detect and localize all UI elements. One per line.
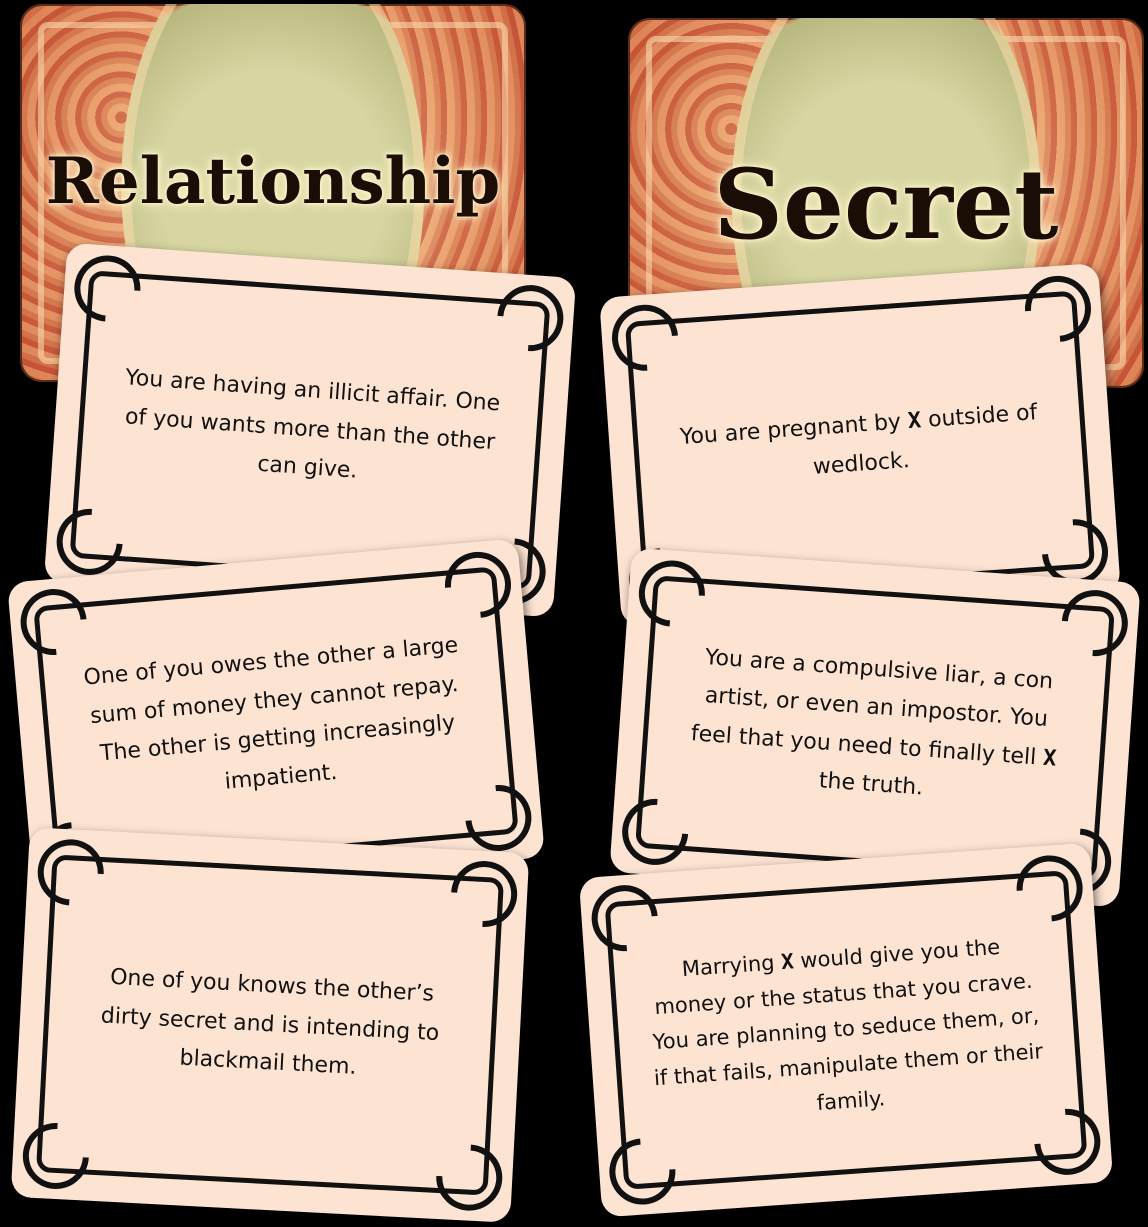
x-placeholder: X xyxy=(1042,745,1058,772)
deck-title: Relationship xyxy=(45,144,501,219)
card-text-segment: the truth. xyxy=(818,768,924,801)
card-text: Marrying X would give you the money or t… xyxy=(644,927,1047,1132)
card-text-segment: One of you knows the other’s dirty secre… xyxy=(100,964,440,1080)
card-text-segment: outside of wedlock. xyxy=(812,400,1039,480)
card-text: One of you knows the other’s dirty secre… xyxy=(77,957,463,1092)
relationship-card-3[interactable]: One of you knows the other’s dirty secre… xyxy=(9,825,531,1225)
card-text-segment: Marrying xyxy=(681,950,782,982)
secret-card-3[interactable]: Marrying X would give you the money or t… xyxy=(578,841,1114,1219)
card-text-segment: One of you owes the other a large sum of… xyxy=(82,632,460,795)
deck-title: Secret xyxy=(713,148,1059,261)
card-text-segment: You are having an illicit affair. One of… xyxy=(124,365,501,484)
card-text-segment: You are a compulsive liar, a con artist,… xyxy=(690,644,1054,771)
card-text: You are a compulsive liar, a con artist,… xyxy=(675,637,1075,818)
